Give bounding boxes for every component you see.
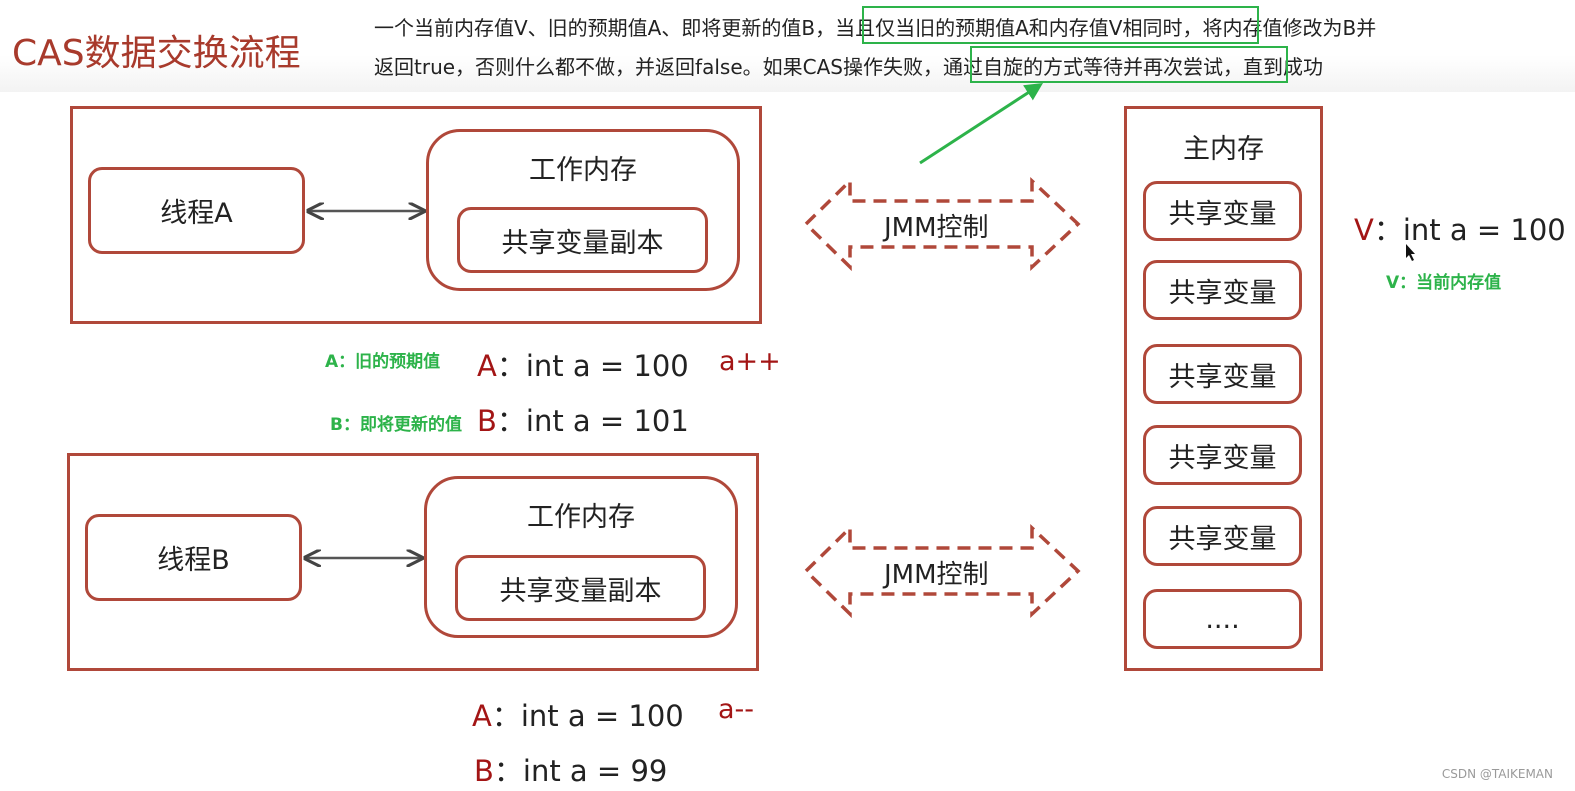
watermark-credit: CSDN @TAIKEMAN xyxy=(1441,767,1553,781)
value-expr: ：int a = 99 xyxy=(493,754,668,788)
note-new-value: B：即将更新的值 xyxy=(330,415,462,435)
value-expr: ：int a = 101 xyxy=(496,404,689,438)
value-key: A xyxy=(472,699,492,733)
thread-a-value-b: B：int a = 101 xyxy=(477,398,689,440)
thread-b-value-a: A：int a = 100 xyxy=(472,693,684,735)
note-current-memory-value: V：当前内存值 xyxy=(1386,273,1502,293)
thread-b-value-b: B：int a = 99 xyxy=(474,748,667,790)
thread-b-operation: a-- xyxy=(718,694,755,725)
value-expr: ：int a = 100 xyxy=(491,699,684,733)
diagram-arrows xyxy=(0,83,1415,619)
thread-a-operation: a++ xyxy=(719,346,781,377)
note-expected-value: A：旧的预期值 xyxy=(325,352,441,372)
value-key: B xyxy=(477,404,497,438)
memory-value-v: V：int a = 100 xyxy=(1354,207,1566,249)
jmm-control-label-a: JMM控制 xyxy=(884,213,989,243)
value-key: A xyxy=(477,349,497,383)
jmm-control-label-b: JMM控制 xyxy=(884,560,989,590)
thread-a-value-a: A：int a = 100 xyxy=(477,343,689,385)
value-expr: ：int a = 100 xyxy=(496,349,689,383)
value-key: V xyxy=(1354,213,1374,247)
highlight-pointer-arrow xyxy=(919,83,1044,165)
value-expr: ：int a = 100 xyxy=(1373,213,1566,247)
value-key: B xyxy=(474,754,494,788)
